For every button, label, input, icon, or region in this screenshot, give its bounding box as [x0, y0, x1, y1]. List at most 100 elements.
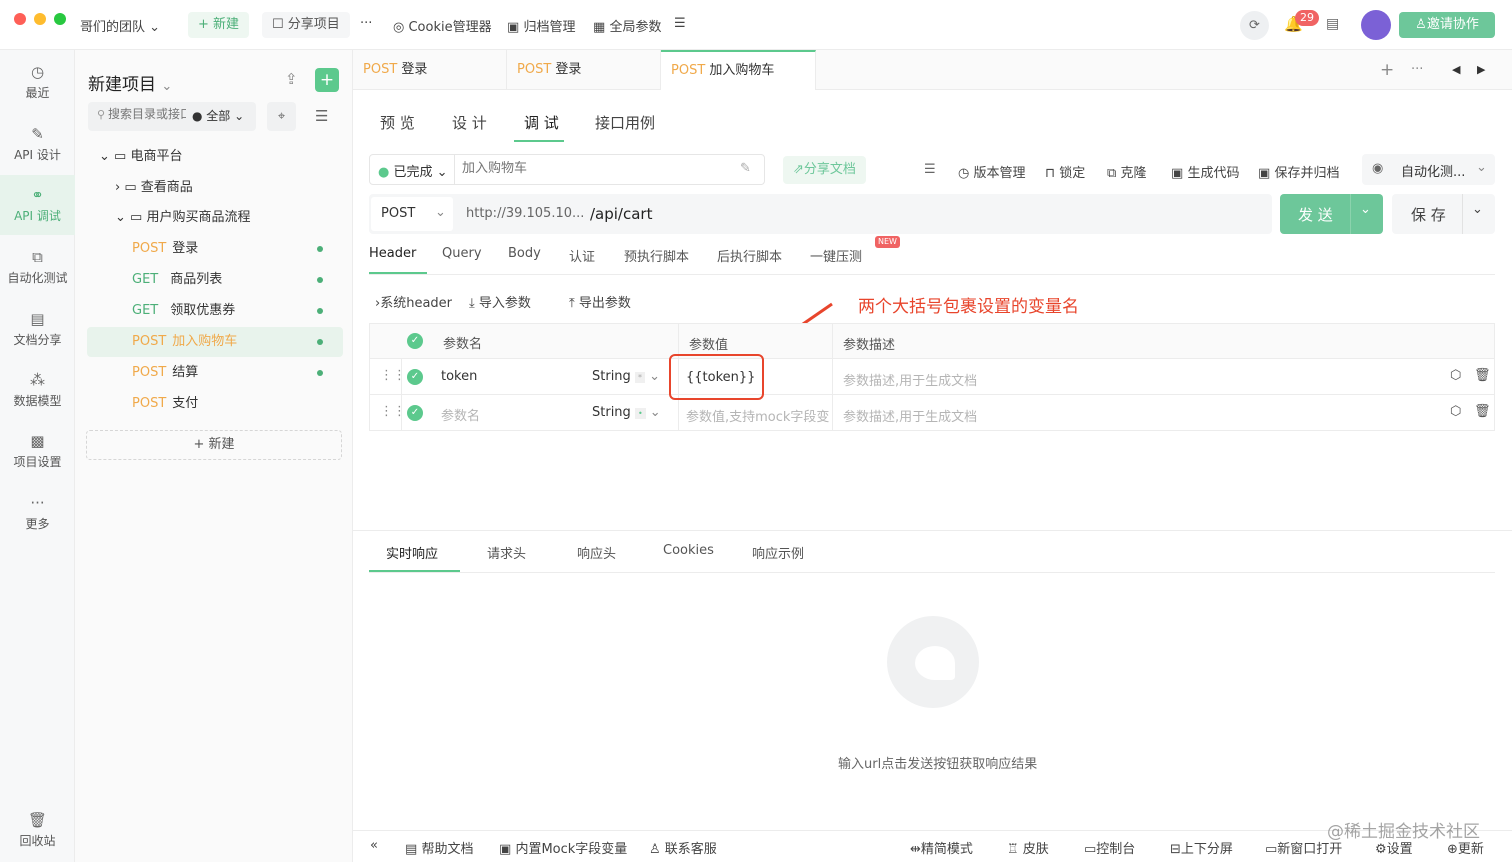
- add-tab-icon[interactable]: +: [1380, 60, 1394, 80]
- tree-item-pay[interactable]: POST 支付: [75, 389, 345, 419]
- send-button[interactable]: 发 送 ⌄: [1280, 194, 1383, 234]
- reqtab-query[interactable]: Query: [442, 246, 482, 261]
- sync-icon[interactable]: ⟳: [1240, 11, 1269, 40]
- project-selector[interactable]: 新建项目 ⌄: [88, 70, 172, 95]
- global-params-button[interactable]: ▦ 全局参数: [593, 16, 661, 35]
- help-doc-button[interactable]: ▤ 帮助文档: [405, 838, 473, 857]
- tree-folder-view-products[interactable]: › ▭ 查看商品: [75, 173, 345, 203]
- subtab-debug[interactable]: 调 试: [524, 112, 559, 133]
- minimize-window-button[interactable]: [34, 13, 46, 25]
- avatar[interactable]: [1361, 10, 1391, 40]
- support-button[interactable]: ♙ 联系客服: [649, 838, 717, 857]
- filter-select[interactable]: ● 全部 ⌄: [192, 107, 244, 124]
- tree-item-checkout[interactable]: POST 结算: [75, 358, 345, 388]
- reqtab-pre-script[interactable]: 预执行脚本: [624, 246, 689, 265]
- param-type-select[interactable]: String • ⌄: [592, 405, 661, 420]
- auto-test-select[interactable]: ◉ 自动化测... ⌄: [1362, 154, 1495, 185]
- more-tabs-icon[interactable]: ···: [1411, 62, 1423, 77]
- add-button[interactable]: +: [315, 68, 339, 92]
- console-button[interactable]: ▭控制台: [1084, 838, 1135, 857]
- version-button[interactable]: ◷ 版本管理: [958, 162, 1026, 181]
- nav-trash[interactable]: 🗑 回收站: [0, 810, 75, 849]
- scroll-left-icon[interactable]: ◀: [1452, 63, 1460, 76]
- param-name-input[interactable]: 参数名: [441, 405, 480, 424]
- zoom-window-button[interactable]: [54, 13, 66, 25]
- mock-variables-button[interactable]: ▣ 内置Mock字段变量: [499, 838, 627, 857]
- method-select[interactable]: POST ⌄: [371, 197, 453, 231]
- trash-icon[interactable]: 🗑: [1474, 368, 1491, 383]
- gen-code-button[interactable]: ▣ 生成代码: [1171, 162, 1239, 181]
- system-header-toggle[interactable]: ›系统header: [375, 292, 452, 311]
- cube-icon[interactable]: ⬡: [1450, 404, 1461, 419]
- export-params-button[interactable]: ⤒ 导出参数: [569, 292, 631, 311]
- api-name-input[interactable]: [462, 161, 732, 176]
- subtab-cases[interactable]: 接口用例: [595, 112, 655, 133]
- split-view-button[interactable]: ⊟上下分屏: [1170, 838, 1233, 857]
- param-value-input[interactable]: 参数值,支持mock字段变量: [686, 406, 830, 425]
- reqtab-stress-test[interactable]: 一键压测: [810, 246, 862, 265]
- tree-item-login[interactable]: POST 登录: [75, 234, 345, 264]
- url-path-input[interactable]: /api/cart: [590, 205, 652, 223]
- param-desc-input[interactable]: 参数描述,用于生成文档: [843, 370, 977, 389]
- reqtab-auth[interactable]: 认证: [569, 246, 595, 265]
- resp-tab-req-headers[interactable]: 请求头: [487, 543, 526, 562]
- nav-recent[interactable]: ◷ 最近: [0, 62, 75, 101]
- simple-mode-button[interactable]: ⇹精简模式: [910, 838, 973, 857]
- nav-doc-share[interactable]: ▤ 文档分享: [0, 309, 75, 348]
- cookie-manager-button[interactable]: ◎ Cookie管理器: [393, 16, 492, 35]
- clone-button[interactable]: ⧉ 克隆: [1107, 162, 1146, 181]
- resp-tab-resp-headers[interactable]: 响应头: [577, 543, 616, 562]
- subtab-preview[interactable]: 预 览: [380, 112, 415, 133]
- share-doc-button[interactable]: ⇗分享文档: [783, 156, 866, 184]
- save-archive-button[interactable]: ▣ 保存并归档: [1258, 162, 1339, 181]
- reqtab-header[interactable]: Header: [369, 246, 416, 261]
- reqtab-post-script[interactable]: 后执行脚本: [717, 246, 782, 265]
- tree-folder-root[interactable]: ⌄ ▭ 电商平台: [75, 142, 345, 172]
- trash-icon[interactable]: 🗑: [1474, 404, 1491, 419]
- edit-icon[interactable]: ✎: [740, 161, 751, 176]
- resp-tab-examples[interactable]: 响应示例: [752, 543, 804, 562]
- tab-login-1[interactable]: POST 登录: [353, 50, 507, 90]
- sort-icon[interactable]: ☰: [315, 107, 328, 125]
- subtab-design[interactable]: 设 计: [452, 112, 487, 133]
- base-url[interactable]: http://39.105.10...: [466, 206, 584, 221]
- param-type-select[interactable]: String * ⌄: [592, 369, 660, 384]
- nav-auto-test[interactable]: ⧉ 自动化测试: [0, 247, 75, 286]
- tree-item-product-list[interactable]: GET 商品列表: [75, 265, 345, 295]
- new-button[interactable]: + 新建: [188, 12, 250, 38]
- lock-button[interactable]: ⊓ 锁定: [1045, 162, 1085, 181]
- team-selector[interactable]: 哥们的团队 ⌄: [80, 16, 160, 35]
- drag-handle-icon[interactable]: ⋮⋮: [380, 368, 406, 383]
- menu-toggle-icon[interactable]: ☰: [674, 16, 686, 31]
- tree-folder-purchase-flow[interactable]: ⌄ ▭ 用户购买商品流程: [75, 203, 345, 233]
- locate-icon[interactable]: ⌖: [267, 102, 296, 131]
- import-params-button[interactable]: ⤓ 导入参数: [469, 292, 531, 311]
- nav-api-debug[interactable]: ⚭ API 调试: [0, 175, 75, 235]
- more-button[interactable]: ···: [360, 16, 372, 31]
- tree-item-add-cart[interactable]: POST 加入购物车: [87, 327, 343, 357]
- search-input[interactable]: [108, 107, 186, 121]
- scroll-right-icon[interactable]: ▶: [1477, 63, 1485, 76]
- notes-icon[interactable]: ▤: [1326, 16, 1339, 32]
- share-project-button[interactable]: ☐ 分享项目: [262, 12, 350, 38]
- collapse-icon[interactable]: «: [370, 838, 378, 853]
- import-icon[interactable]: ⇪: [285, 70, 298, 88]
- resp-tab-realtime[interactable]: 实时响应: [386, 543, 438, 562]
- select-all-checkbox[interactable]: ✓: [407, 333, 423, 349]
- close-window-button[interactable]: [14, 13, 26, 25]
- drag-handle-icon[interactable]: ⋮⋮: [380, 404, 406, 419]
- archive-button[interactable]: ▣ 归档管理: [507, 16, 575, 35]
- tab-add-cart[interactable]: POST 加入购物车: [661, 50, 816, 90]
- param-name-input[interactable]: token: [441, 369, 477, 384]
- invite-button[interactable]: ♙邀请协作: [1399, 12, 1495, 38]
- tree-new-button[interactable]: + 新建: [86, 430, 342, 460]
- nav-data-model[interactable]: ⁂ 数据模型: [0, 370, 75, 409]
- cube-icon[interactable]: ⬡: [1450, 368, 1461, 383]
- save-button[interactable]: 保 存 ⌄: [1392, 194, 1495, 234]
- nav-project-settings[interactable]: ▩ 项目设置: [0, 431, 75, 470]
- skin-button[interactable]: ♖ 皮肤: [1007, 838, 1049, 857]
- nav-more[interactable]: ··· 更多: [0, 493, 75, 532]
- tab-login-2[interactable]: POST 登录: [507, 50, 661, 90]
- param-desc-input[interactable]: 参数描述,用于生成文档: [843, 406, 977, 425]
- row-checkbox[interactable]: ✓: [407, 369, 423, 385]
